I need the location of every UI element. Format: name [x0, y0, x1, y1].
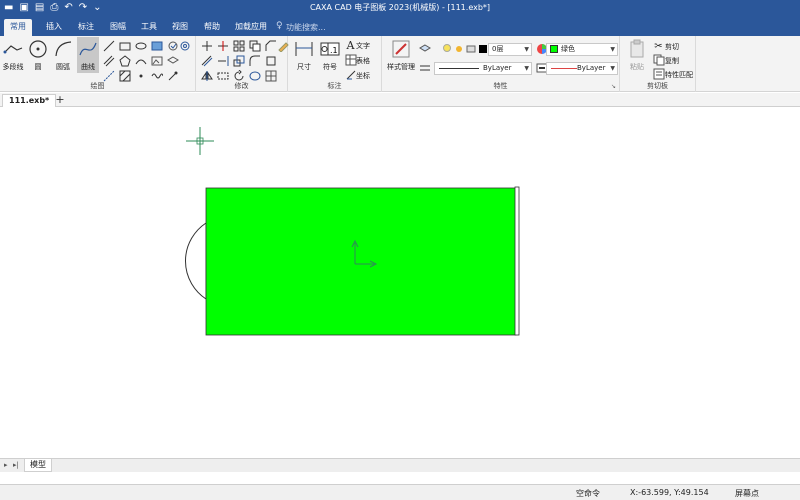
arc-button[interactable]: 圆弧 [51, 38, 75, 72]
tab-annotate[interactable]: 标注 [72, 19, 100, 36]
scissors-icon[interactable]: ✂ [652, 40, 665, 52]
right-edge-strip [514, 186, 520, 336]
circle-button[interactable]: 圆 [27, 38, 49, 72]
extend-icon[interactable] [216, 55, 229, 67]
color-select[interactable]: 绿色 ▼ [546, 43, 618, 56]
style-manager-button[interactable]: 样式管理 [384, 38, 418, 72]
color-swatch [550, 45, 558, 53]
add-tab-button[interactable]: + [54, 94, 66, 106]
lineweight-select[interactable]: ByLayer ▼ [546, 62, 618, 75]
copy-object-icon[interactable] [248, 40, 261, 52]
semicircle-shape[interactable] [184, 222, 207, 300]
annotate-group: 尺寸 .1 符号 A 文字 表格 坐标 标注 [288, 36, 382, 92]
lineweight-preview [551, 68, 577, 69]
document-tab-bar: 111.exb* + [0, 93, 800, 107]
table-button[interactable]: 表格 [356, 56, 370, 66]
image-icon[interactable] [150, 55, 163, 67]
clipboard-group: 粘贴 ✂ 剪切 复制 特性匹配 剪切板 [620, 36, 696, 92]
tab-insert[interactable]: 插入 [40, 19, 68, 36]
scale-icon[interactable] [232, 55, 245, 67]
window-title: CAXA CAD 电子图板 2023(机械版) - [111.exb*] [309, 3, 491, 12]
polyline-button[interactable]: 多段线 [1, 38, 25, 72]
crosshair-cursor [186, 127, 214, 155]
offset-icon[interactable] [200, 55, 213, 67]
layout-tab-bar: ▸ ▸| 模型 [0, 458, 800, 472]
green-rectangle-shape[interactable] [205, 187, 517, 336]
explode-icon[interactable] [264, 55, 277, 67]
rectangle-icon[interactable] [118, 40, 131, 52]
circle-icon [27, 38, 49, 60]
document-tab[interactable]: 111.exb* [2, 94, 57, 107]
layer-props-icon[interactable] [418, 43, 431, 55]
coordinate-button[interactable]: 坐标 [356, 71, 370, 81]
layer-icon[interactable] [166, 55, 179, 67]
linetype-select[interactable]: ByLayer ▼ [434, 62, 532, 75]
text-button[interactable]: 文字 [356, 41, 370, 51]
tab-help[interactable]: 帮助 [198, 19, 226, 36]
parallel-line-icon[interactable] [102, 55, 115, 67]
spiral-icon[interactable] [178, 40, 191, 52]
ribbon: 多段线 圆 圆弧 曲线 绘图 修改 尺寸 .1 符号 A 文字 表格 坐标 标注… [0, 36, 800, 92]
paste-icon [626, 38, 648, 60]
move-icon[interactable] [200, 40, 213, 52]
paste-button[interactable]: 粘贴 [624, 38, 650, 72]
curve-button[interactable]: 曲线 [77, 37, 99, 73]
model-tab[interactable]: 模型 [24, 459, 52, 472]
ribbon-tab-bar: 常用 插入 标注 图幅 工具 视图 帮助 加载应用 ♀ 功能搜索... [0, 16, 800, 36]
tab-sheet[interactable]: 图幅 [104, 19, 132, 36]
command-status: 空命令 [576, 489, 600, 498]
prev-layout-icon[interactable]: ▸ [4, 461, 8, 469]
svg-text:.1: .1 [330, 46, 338, 55]
drawing-svg [184, 127, 520, 336]
style-manager-icon [390, 38, 412, 60]
dialog-launcher-icon[interactable]: ↘ [611, 83, 616, 90]
dimension-icon [293, 38, 315, 60]
dimension-button[interactable]: 尺寸 [292, 38, 316, 72]
modify-group: 修改 [196, 36, 289, 92]
polygon-icon[interactable] [118, 55, 131, 67]
coordinate-readout: X:-63.599, Y:49.154 [630, 488, 709, 497]
ellipse-icon[interactable] [134, 40, 147, 52]
match-properties-icon[interactable] [652, 68, 665, 80]
copy-button[interactable]: 复制 [665, 56, 679, 66]
trim-icon[interactable] [216, 40, 229, 52]
array-icon[interactable] [232, 40, 245, 52]
tab-tools[interactable]: 工具 [135, 19, 163, 36]
fillet-icon[interactable] [248, 55, 261, 67]
snap-mode-button[interactable]: 屏幕点 [735, 488, 759, 499]
polyline-icon [2, 38, 24, 60]
block-icon[interactable] [150, 40, 163, 52]
tab-home[interactable]: 常用 [4, 19, 32, 36]
curve-icon [77, 38, 99, 60]
arc-icon [52, 38, 74, 60]
match-properties-button[interactable]: 特性匹配 [665, 70, 693, 80]
spline-icon[interactable] [134, 55, 147, 67]
tab-load-app[interactable]: 加载应用 [229, 19, 273, 36]
status-bar: 空命令 X:-63.599, Y:49.154 屏幕点 [0, 484, 800, 500]
layer-select[interactable]: 0层 ▼ [488, 43, 532, 56]
line-icon[interactable] [102, 40, 115, 52]
next-layout-icon[interactable]: ▸| [13, 461, 19, 469]
cut-button[interactable]: 剪切 [665, 42, 679, 52]
linetype-preview [439, 68, 479, 69]
copy-icon[interactable] [652, 54, 665, 66]
tab-view[interactable]: 视图 [166, 19, 194, 36]
linetype-icon[interactable] [418, 62, 431, 74]
draw-group: 多段线 圆 圆弧 曲线 绘图 [0, 36, 196, 92]
drawing-canvas[interactable] [0, 107, 800, 458]
geometric-tolerance-icon: .1 [319, 38, 341, 60]
properties-group: 样式管理 0层 ▼ 绿色 ▼ ByLayer ▼ ByLayer ▼ 特性 ↘ [382, 36, 620, 92]
feature-search-input[interactable]: 功能搜索... [286, 22, 326, 33]
symbol-button[interactable]: .1 符号 [318, 38, 342, 72]
lightbulb-icon: ♀ [276, 21, 283, 31]
title-bar: ▬ ▣ ▤ ⎙ ↶ ↷ ⌄ CAXA CAD 电子图板 2023(机械版) - … [0, 0, 800, 16]
